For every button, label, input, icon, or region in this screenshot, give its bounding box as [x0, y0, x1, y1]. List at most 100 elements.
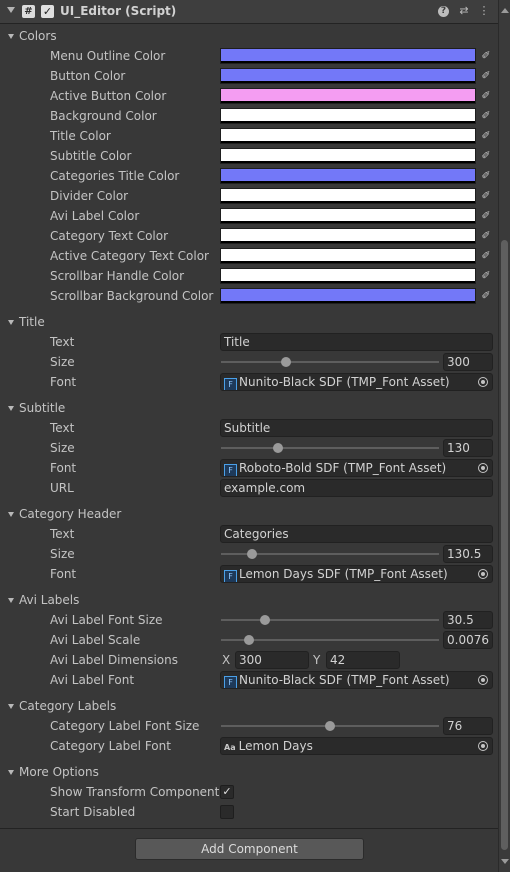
- color-swatch-field[interactable]: [220, 108, 476, 124]
- title-text-label: Text: [50, 335, 75, 349]
- eyedropper-icon[interactable]: ✐: [478, 128, 494, 144]
- category-header-foldout[interactable]: Category Header: [8, 505, 121, 523]
- title-size-input[interactable]: 300: [443, 353, 493, 371]
- color-label: Category Text Color: [50, 229, 169, 243]
- object-picker-icon[interactable]: [478, 569, 488, 579]
- alpha-bar: [221, 141, 475, 143]
- slider-handle[interactable]: [325, 721, 335, 731]
- eyedropper-icon[interactable]: ✐: [478, 208, 494, 224]
- color-swatch-field[interactable]: [220, 268, 476, 284]
- foldout-arrow-icon: [8, 704, 14, 709]
- category-label-font-size-input[interactable]: 76: [443, 717, 493, 735]
- object-picker-icon[interactable]: [478, 675, 488, 685]
- color-label: Title Color: [50, 129, 111, 143]
- color-swatch-field[interactable]: [220, 148, 476, 164]
- font-asset-icon: F: [224, 464, 237, 476]
- subtitle-font-label: Font: [50, 461, 77, 475]
- eyedropper-icon[interactable]: ✐: [478, 148, 494, 164]
- color-swatch-field[interactable]: [220, 68, 476, 84]
- component-enabled-checkbox[interactable]: ✓: [41, 5, 54, 18]
- alpha-bar: [221, 281, 475, 283]
- subtitle-text-input[interactable]: Subtitle: [220, 419, 493, 437]
- subtitle-font-field[interactable]: F Roboto-Bold SDF (TMP_Font Asset): [220, 459, 493, 477]
- category-header-size-input[interactable]: 130.5: [443, 545, 493, 563]
- object-picker-icon[interactable]: [478, 377, 488, 387]
- category-label-font-size-slider[interactable]: [221, 721, 439, 731]
- alpha-bar: [221, 221, 475, 223]
- avi-labels-foldout[interactable]: Avi Labels: [8, 591, 79, 609]
- color-swatch-field[interactable]: [220, 128, 476, 144]
- color-swatch-field[interactable]: [220, 288, 476, 304]
- presets-icon[interactable]: ⇄: [457, 4, 471, 18]
- avi-label-font-size-slider[interactable]: [221, 615, 439, 625]
- title-font-field[interactable]: F Nunito-Black SDF (TMP_Font Asset): [220, 373, 493, 391]
- subtitle-url-input[interactable]: example.com: [220, 479, 493, 497]
- object-picker-icon[interactable]: [478, 463, 488, 473]
- avi-label-font-size-label: Avi Label Font Size: [50, 613, 163, 627]
- show-transform-checkbox[interactable]: ✓: [220, 785, 234, 799]
- color-swatch-field[interactable]: [220, 188, 476, 204]
- slider-handle[interactable]: [272, 443, 283, 453]
- title-text-input[interactable]: Title: [220, 333, 493, 351]
- dimension-y-label[interactable]: Y: [313, 651, 320, 669]
- category-label-font-field[interactable]: Aa Lemon Days: [220, 737, 493, 755]
- context-menu-icon[interactable]: ⋮: [477, 4, 491, 18]
- add-component-button[interactable]: Add Component: [135, 838, 364, 860]
- eyedropper-icon[interactable]: ✐: [478, 288, 494, 304]
- colors-foldout[interactable]: Colors: [8, 27, 57, 45]
- scroll-up-arrow-icon[interactable]: [501, 8, 509, 13]
- color-swatch-field[interactable]: [220, 248, 476, 264]
- scrollbar-thumb[interactable]: [501, 240, 508, 850]
- eyedropper-icon[interactable]: ✐: [478, 268, 494, 284]
- eyedropper-icon[interactable]: ✐: [478, 188, 494, 204]
- inspector-scrollbar[interactable]: [498, 0, 510, 872]
- component-header[interactable]: # ✓ UI_Editor (Script) ? ⇄ ⋮: [0, 0, 498, 24]
- foldout-arrow-icon[interactable]: [7, 7, 15, 13]
- category-labels-foldout[interactable]: Category Labels: [8, 697, 116, 715]
- color-swatch-field[interactable]: [220, 48, 476, 64]
- eyedropper-icon[interactable]: ✐: [478, 168, 494, 184]
- eyedropper-icon[interactable]: ✐: [478, 68, 494, 84]
- eyedropper-icon[interactable]: ✐: [478, 48, 494, 64]
- title-size-slider[interactable]: [221, 357, 439, 367]
- slider-handle[interactable]: [246, 549, 257, 559]
- color-swatch-field[interactable]: [220, 168, 476, 184]
- start-disabled-checkbox[interactable]: [220, 805, 234, 819]
- category-label-font-size-label: Category Label Font Size: [50, 719, 200, 733]
- eyedropper-icon[interactable]: ✐: [478, 248, 494, 264]
- slider-handle[interactable]: [259, 615, 270, 625]
- font-asset-icon: F: [224, 378, 237, 390]
- color-swatch-field[interactable]: [220, 88, 476, 104]
- category-header-size-slider[interactable]: [221, 549, 439, 559]
- dimension-x-input[interactable]: 300: [235, 651, 309, 669]
- eyedropper-icon[interactable]: ✐: [478, 108, 494, 124]
- category-header-text-input[interactable]: Categories: [220, 525, 493, 543]
- help-icon[interactable]: ?: [438, 6, 449, 17]
- eyedropper-icon[interactable]: ✐: [478, 88, 494, 104]
- avi-label-scale-input[interactable]: 0.0076: [443, 631, 493, 649]
- color-swatch-field[interactable]: [220, 228, 476, 244]
- color-swatch-field[interactable]: [220, 208, 476, 224]
- dimension-x-label[interactable]: X: [222, 651, 230, 669]
- color-label: Avi Label Color: [50, 209, 140, 223]
- title-foldout[interactable]: Title: [8, 313, 45, 331]
- eyedropper-icon[interactable]: ✐: [478, 228, 494, 244]
- subtitle-foldout[interactable]: Subtitle: [8, 399, 65, 417]
- subtitle-size-input[interactable]: 130: [443, 439, 493, 457]
- avi-label-scale-slider[interactable]: [221, 635, 439, 645]
- color-label: Menu Outline Color: [50, 49, 166, 63]
- avi-label-font-field[interactable]: F Nunito-Black SDF (TMP_Font Asset): [220, 671, 493, 689]
- object-picker-icon[interactable]: [478, 741, 488, 751]
- avi-label-font-size-input[interactable]: 30.5: [443, 611, 493, 629]
- category-header-font-field[interactable]: F Lemon Days SDF (TMP_Font Asset): [220, 565, 493, 583]
- font-icon: Aa: [224, 743, 236, 752]
- subtitle-url-label: URL: [50, 481, 74, 495]
- foldout-arrow-icon: [8, 598, 14, 603]
- dimension-y-input[interactable]: 42: [326, 651, 400, 669]
- subtitle-size-slider[interactable]: [221, 443, 439, 453]
- scroll-down-arrow-icon[interactable]: [501, 859, 509, 864]
- avi-label-dimensions-label: Avi Label Dimensions: [50, 653, 178, 667]
- slider-handle[interactable]: [281, 357, 292, 367]
- more-options-foldout[interactable]: More Options: [8, 763, 99, 781]
- slider-handle[interactable]: [244, 635, 255, 645]
